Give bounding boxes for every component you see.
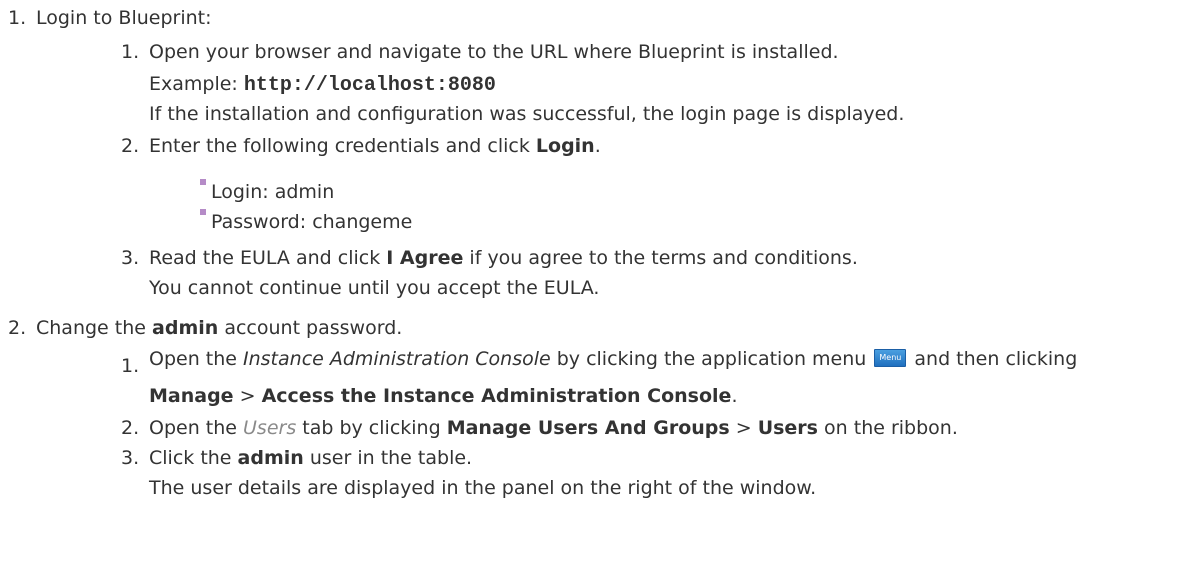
step-1-3-number: 3.: [121, 247, 140, 269]
step-2-1-number: 1.: [121, 355, 140, 377]
step-1-1-result: If the installation and configuration wa…: [149, 103, 905, 125]
step-2-1-text-a: Open the: [149, 348, 244, 370]
console-name: Instance Administration Console: [243, 348, 551, 370]
manage-users-label: Manage Users And Groups: [446, 417, 730, 439]
step-2-text-b: account password.: [218, 317, 403, 339]
path-separator: >: [729, 417, 758, 439]
bullet-marker: [200, 179, 206, 185]
step-1-2-number: 2.: [121, 135, 140, 157]
step-1-1-text: Open your browser and navigate to the UR…: [149, 41, 839, 63]
step-2-3-text: Click the admin user in the table.: [149, 446, 472, 470]
menu-button-icon: Menu: [874, 348, 907, 367]
step-2-1-text-b: by clicking the application menu: [550, 348, 873, 370]
example-line: Example: http://localhost:8080: [149, 72, 496, 98]
step-2-3-text-b: user in the table.: [303, 447, 473, 469]
example-url: http://localhost:8080: [243, 74, 496, 97]
step-1-text: Login to Blueprint:: [36, 7, 212, 29]
example-label: Example:: [149, 73, 244, 95]
step-2-2-text-b: tab by clicking: [296, 417, 447, 439]
path-separator: >: [233, 385, 262, 407]
step-2-text-a: Change the: [36, 317, 153, 339]
step-1-2-text-a: Enter the following credentials and clic…: [149, 135, 536, 157]
step-2-2-text-c: on the ribbon.: [818, 417, 958, 439]
step-1-2-text: Enter the following credentials and clic…: [149, 134, 601, 158]
manage-label: Manage: [149, 385, 234, 407]
step-2-text: Change the admin account password.: [36, 316, 402, 340]
credential-password: Password: changeme: [211, 211, 413, 233]
step-1-number: 1.: [8, 7, 27, 29]
i-agree-label: I Agree: [386, 247, 464, 269]
users-label: Users: [757, 417, 818, 439]
step-2-3-text-a: Click the: [149, 447, 238, 469]
step-2-2-text: Open the Users tab by clicking Manage Us…: [149, 416, 958, 440]
admin-user-label: admin: [237, 447, 304, 469]
step-2-3-note: The user details are displayed in the pa…: [149, 477, 817, 499]
login-label: Login: [535, 135, 595, 157]
step-2-2-text-a: Open the: [149, 417, 244, 439]
step-2-number: 2.: [8, 317, 27, 339]
step-1-3-text-a: Read the EULA and click: [149, 247, 387, 269]
step-2-1-text-c: and then clicking: [908, 348, 1078, 370]
step-1-3-text: Read the EULA and click I Agree if you a…: [149, 246, 858, 270]
step-1-3-text-b: if you agree to the terms and conditions…: [463, 247, 858, 269]
credential-login: Login: admin: [211, 181, 335, 203]
step-1-2-text-b: .: [594, 135, 601, 157]
step-2-1-path: Manage > Access the Instance Administrat…: [149, 384, 738, 408]
admin-label: admin: [152, 317, 219, 339]
step-2-1-text: Open the Instance Administration Console…: [149, 347, 1077, 371]
step-1-3-note: You cannot continue until you accept the…: [149, 277, 600, 299]
bullet-marker: [200, 209, 206, 215]
access-console-label: Access the Instance Administration Conso…: [261, 385, 732, 407]
users-tab-name: Users: [243, 417, 297, 439]
step-2-1-end: .: [731, 385, 738, 407]
step-2-3-number: 3.: [121, 447, 140, 469]
step-1-1-number: 1.: [121, 41, 140, 63]
step-2-2-number: 2.: [121, 417, 140, 439]
